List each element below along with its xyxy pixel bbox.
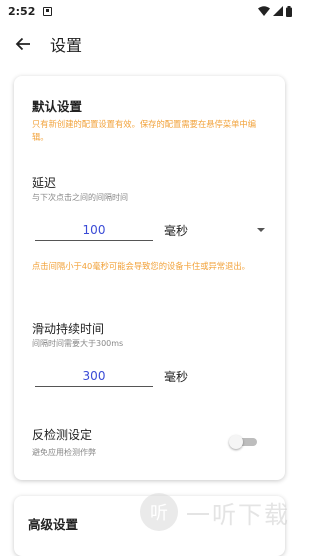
signal-icon	[273, 6, 283, 16]
back-button[interactable]	[12, 33, 34, 55]
delay-warning: 点击间隔小于40毫秒可能会导致您的设备卡住或异常退出。	[32, 261, 250, 271]
app-bar: 设置	[0, 26, 300, 62]
watermark-logo: 听	[140, 493, 178, 531]
toggle-thumb	[229, 435, 243, 449]
delay-unit-select[interactable]: 毫秒	[164, 222, 188, 239]
battery-icon	[286, 5, 292, 17]
status-time: 2:52	[8, 4, 36, 18]
arrow-left-icon	[15, 37, 30, 51]
page-title: 设置	[50, 36, 83, 55]
wifi-icon	[258, 6, 270, 16]
status-bar: 2:52	[0, 0, 300, 22]
delay-title: 延迟	[32, 176, 57, 190]
swipe-duration-unit: 毫秒	[164, 370, 189, 384]
delay-input[interactable]	[35, 219, 153, 241]
delay-subtitle: 与下次点击之间的间隔时间	[32, 193, 128, 202]
dropdown-arrow-icon[interactable]	[257, 228, 265, 232]
swipe-duration-subtitle: 间隔时间需要大于300ms	[32, 339, 124, 348]
swipe-duration-input[interactable]	[35, 365, 153, 387]
settings-card: 默认设置 只有新创建的配置设置有效。保存的配置需要在悬停菜单中编辑。 延迟 与下…	[14, 76, 285, 480]
anti-detection-title: 反检测设定	[32, 428, 93, 442]
advanced-settings-title: 高级设置	[28, 517, 79, 532]
watermark-text: 一听下载	[186, 500, 290, 529]
default-settings-title: 默认设置	[32, 99, 83, 114]
watermark: 听 一听下载	[140, 492, 300, 532]
anti-detection-toggle[interactable]	[229, 435, 257, 449]
default-settings-note: 只有新创建的配置设置有效。保存的配置需要在悬停菜单中编辑。	[32, 119, 257, 142]
notification-icon	[43, 6, 53, 16]
anti-detection-subtitle: 避免应用检测作弊	[32, 448, 96, 457]
swipe-duration-title: 滑动持续时间	[32, 322, 105, 336]
